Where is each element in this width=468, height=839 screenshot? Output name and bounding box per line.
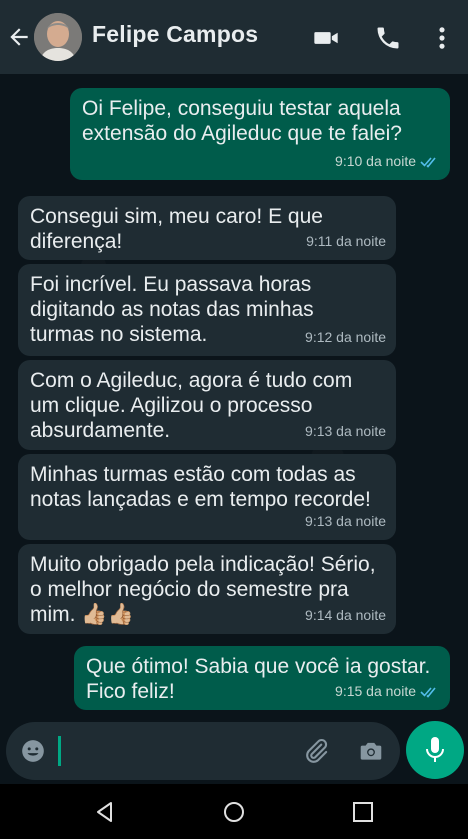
message-input-bar[interactable] — [6, 722, 400, 780]
message-incoming[interactable]: Foi incrível. Eu passava horas digitando… — [18, 264, 396, 356]
system-navigation-bar — [0, 784, 468, 839]
read-ticks-icon — [420, 157, 436, 168]
nav-back-icon[interactable] — [93, 800, 117, 824]
contact-name[interactable]: Felipe Campos — [92, 21, 258, 48]
message-incoming[interactable]: Minhas turmas estão com todas as notas l… — [18, 454, 396, 540]
camera-icon[interactable] — [358, 738, 384, 764]
nav-recent-apps-icon[interactable] — [352, 801, 374, 823]
attach-icon[interactable] — [302, 737, 330, 765]
message-time: 9:15 da noite — [335, 679, 440, 704]
message-outgoing[interactable]: Que ótimo! Sabia que você ia gostar. Fic… — [74, 646, 450, 710]
chat-area: Oi Felipe, conseguiu testar aquela exten… — [0, 74, 468, 714]
phone-call-icon[interactable] — [374, 24, 402, 52]
message-outgoing[interactable]: Oi Felipe, conseguiu testar aquela exten… — [70, 88, 450, 180]
avatar[interactable] — [34, 13, 82, 61]
video-call-icon[interactable] — [312, 24, 340, 52]
message-text: Minhas turmas estão com todas as notas l… — [30, 463, 371, 511]
message-incoming[interactable]: Muito obrigado pela indicação! Sério, o … — [18, 544, 396, 634]
text-cursor[interactable] — [58, 736, 61, 766]
message-incoming[interactable]: Consegui sim, meu caro! E que diferença!… — [18, 196, 396, 260]
emoji-icon[interactable] — [20, 738, 46, 764]
message-time: 9:12 da noite — [305, 329, 386, 345]
message-time: 9:10 da noite — [335, 149, 440, 174]
mic-button[interactable] — [406, 721, 464, 779]
message-time: 9:13 da noite — [305, 513, 386, 529]
more-options-icon[interactable] — [428, 24, 456, 52]
message-time: 9:11 da noite — [306, 233, 386, 249]
nav-home-icon[interactable] — [222, 800, 246, 824]
read-ticks-icon — [420, 687, 436, 698]
message-time: 9:14 da noite — [305, 607, 386, 623]
message-time: 9:13 da noite — [305, 423, 386, 439]
microphone-icon — [426, 737, 444, 762]
message-text: Oi Felipe, conseguiu testar aquela exten… — [82, 97, 402, 145]
chat-header: Felipe Campos — [0, 0, 468, 74]
back-arrow-icon[interactable] — [6, 24, 32, 50]
message-incoming[interactable]: Com o Agileduc, agora é tudo com um cliq… — [18, 360, 396, 450]
